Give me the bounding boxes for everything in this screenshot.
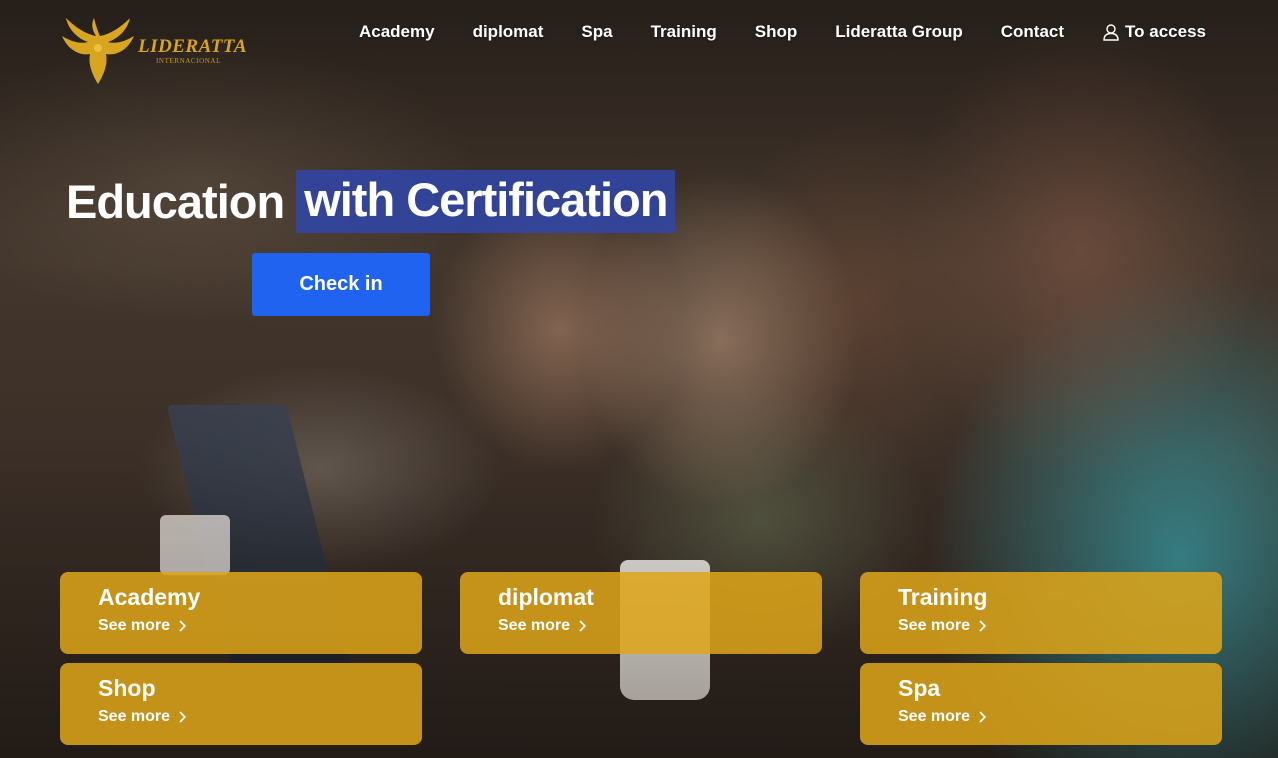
see-more-label: See more [98,617,171,634]
card-title: Training [898,584,988,610]
chevron-right-icon [179,711,187,723]
hero-title-highlight: with Certification [296,170,676,233]
nav-item-shop[interactable]: Shop [755,22,798,42]
hero-title-part1: Education [66,175,285,228]
card-training[interactable]: Training See more [860,572,1222,654]
chevron-right-icon [979,620,987,632]
nav-item-lideratta-group[interactable]: Lideratta Group [835,22,963,42]
card-title: Shop [98,675,156,701]
chevron-right-icon [579,620,587,632]
card-shop[interactable]: Shop See more [60,663,422,745]
nav-item-to-access[interactable]: To access [1102,22,1206,42]
nav-item-spa[interactable]: Spa [581,22,612,42]
chevron-right-icon [979,711,987,723]
phoenix-logo-icon [62,18,134,84]
nav-item-contact[interactable]: Contact [1001,22,1064,42]
hero-title: Education with Certification [66,170,676,233]
card-academy[interactable]: Academy See more [60,572,422,654]
site-header: LIDERATTA INTERNACIONAL Academy diplomat… [0,0,1278,90]
see-more-label: See more [898,617,971,634]
user-icon [1103,24,1119,41]
see-more-link[interactable]: See more [498,617,822,635]
see-more-link[interactable]: See more [898,708,1222,726]
see-more-label: See more [498,617,571,634]
brand-tagline: INTERNACIONAL [156,57,221,65]
see-more-link[interactable]: See more [98,617,422,635]
brand-name: LIDERATTA [138,36,248,57]
brand-logo[interactable]: LIDERATTA INTERNACIONAL [58,14,258,90]
main-nav: Academy diplomat Spa Training Shop Lider… [359,22,1206,42]
card-diplomat[interactable]: diplomat See more [460,572,822,654]
card-title: diplomat [498,584,594,610]
card-spa[interactable]: Spa See more [860,663,1222,745]
see-more-link[interactable]: See more [898,617,1222,635]
nav-item-academy[interactable]: Academy [359,22,435,42]
card-title: Academy [98,584,201,610]
check-in-button[interactable]: Check in [252,253,430,316]
see-more-label: See more [98,708,171,725]
nav-item-diplomat[interactable]: diplomat [473,22,544,42]
nav-item-training[interactable]: Training [651,22,717,42]
see-more-label: See more [898,708,971,725]
see-more-link[interactable]: See more [98,708,422,726]
to-access-label: To access [1125,22,1206,41]
chevron-right-icon [179,620,187,632]
card-title: Spa [898,675,941,701]
